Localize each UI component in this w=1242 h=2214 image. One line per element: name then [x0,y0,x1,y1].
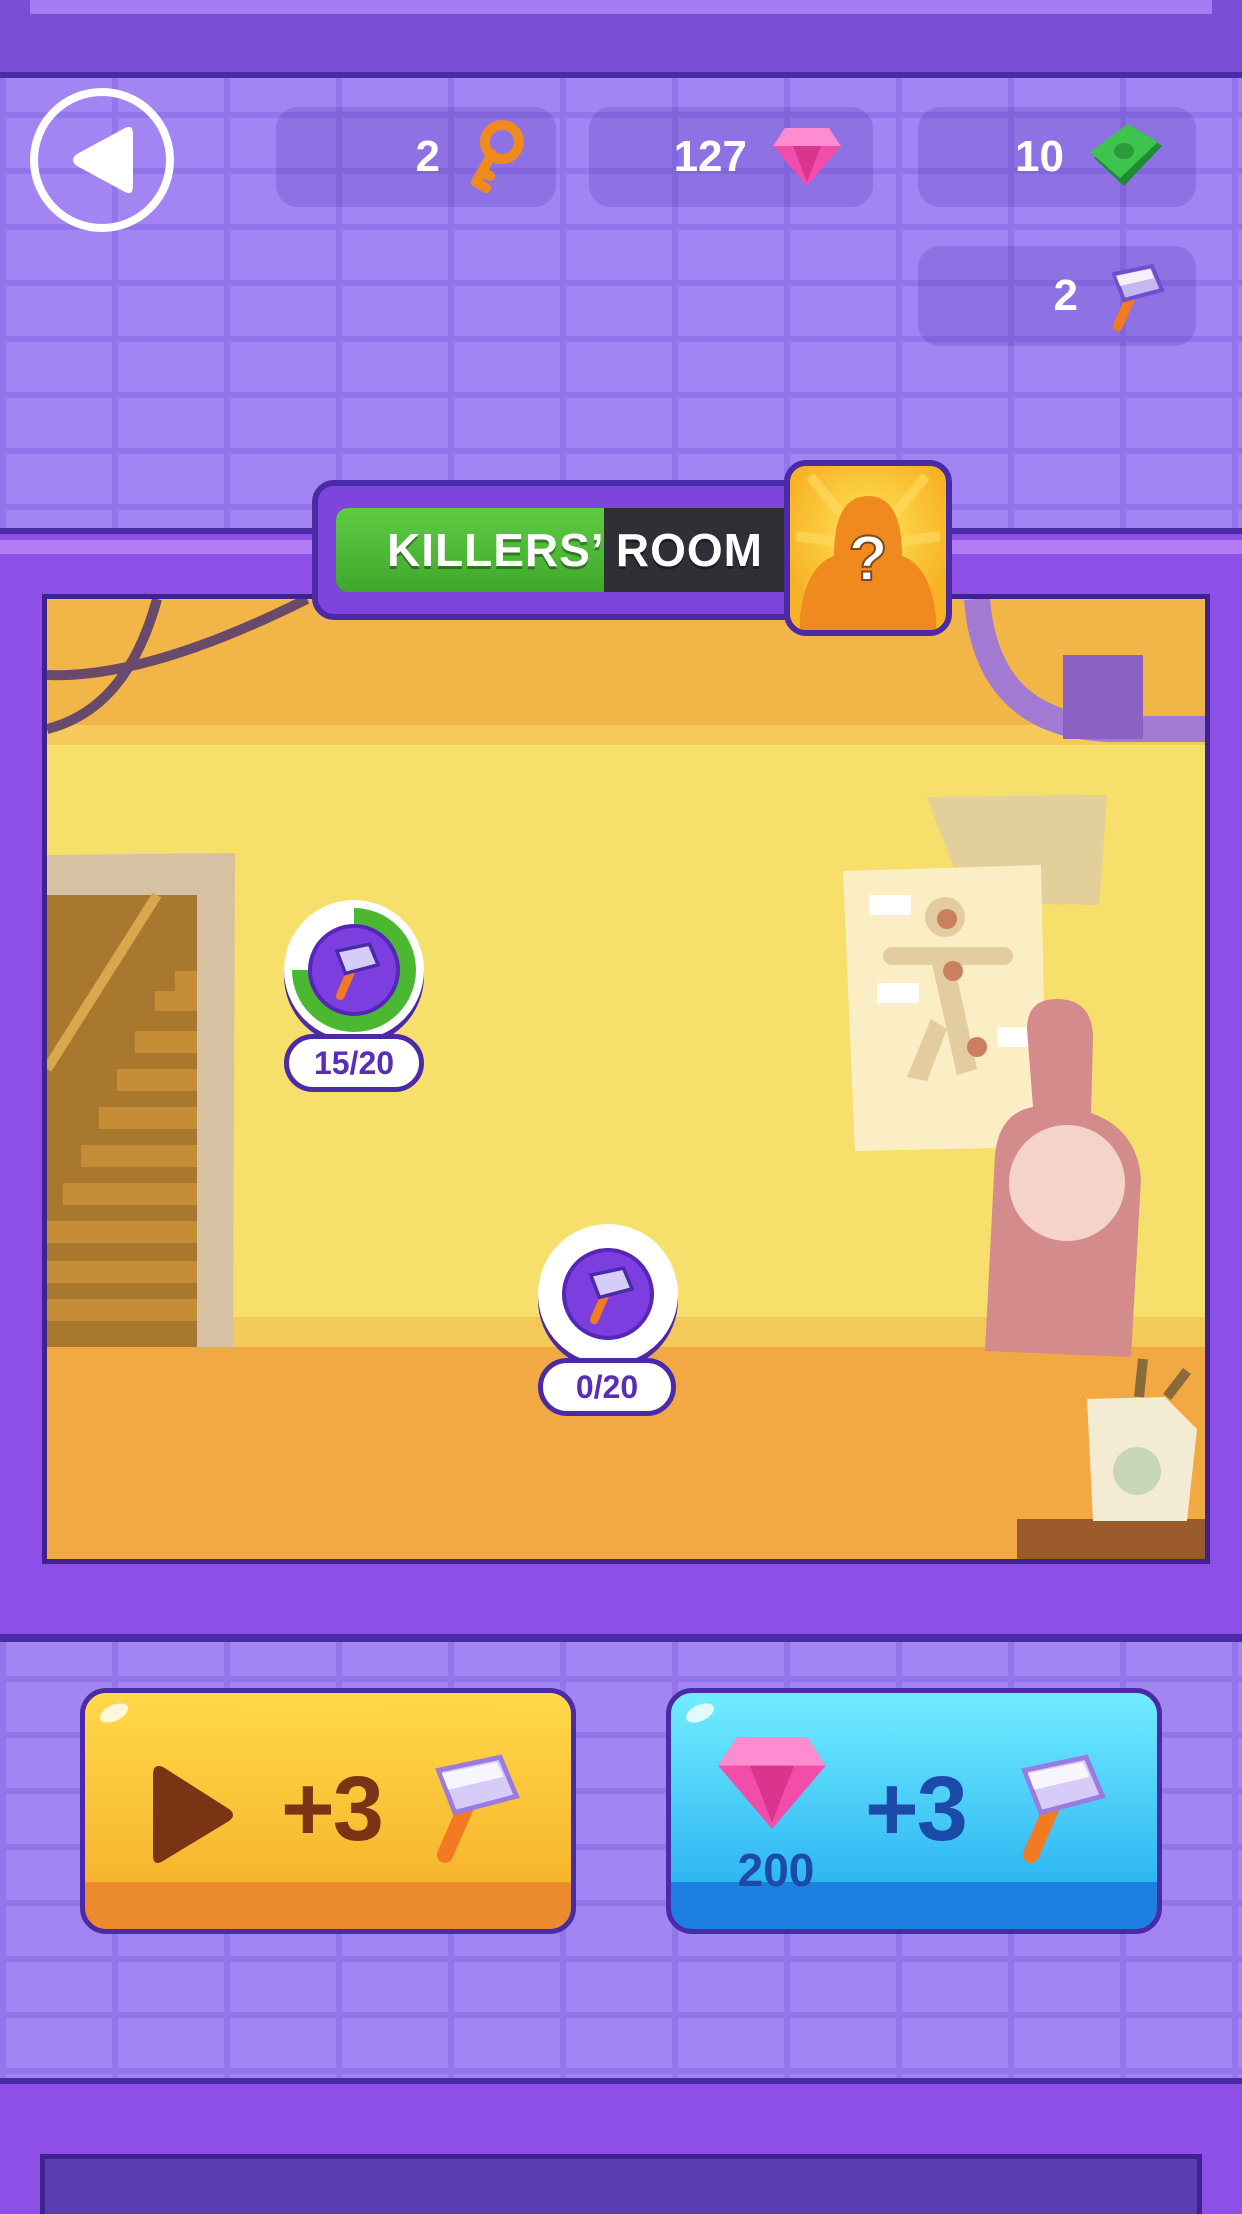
hammer-icon [1111,263,1165,331]
top-band [0,0,1242,78]
back-button[interactable] [30,88,174,232]
play-icon [153,1766,233,1863]
keys-counter: 2 [276,107,556,207]
cash-value: 10 [1015,132,1064,181]
hotspot-marker-2[interactable] [538,1224,678,1364]
hammers-counter: 2 [918,246,1196,346]
gem-price: 200 [737,1844,815,1896]
buy-with-gems-button[interactable]: 200 +3 [666,1688,1162,1934]
room-title: KILLERS’ ROOM [387,524,763,576]
mystery-character-card[interactable]: ? [784,460,952,636]
keys-value: 2 [415,132,440,181]
gem-icon [718,1737,826,1829]
ad-reward-amount: +3 [281,1758,384,1860]
hotspot-core [562,1248,654,1340]
cash-counter: 10 [918,107,1196,207]
watch-ad-button[interactable]: +3 [80,1688,576,1934]
hammer-icon [334,942,381,1001]
room-scene [42,594,1210,1564]
hotspot-count-2: 0/20 [538,1358,676,1416]
mystery-symbol: ? [848,522,887,594]
hotspot-count-1: 15/20 [284,1034,424,1092]
hammers-value: 2 [1053,271,1078,320]
gem-icon [773,128,841,186]
button-shine [97,1699,131,1727]
hammer-icon [588,1266,635,1325]
silhouette-icon: ? [795,472,941,630]
hammer-icon [435,1754,520,1863]
gem-reward-amount: +3 [865,1758,968,1860]
key-icon [471,120,524,193]
button-shine [683,1699,717,1727]
cash-icon [1090,124,1162,186]
bottom-panel [0,2078,1242,2214]
gems-value: 127 [673,132,747,181]
hammer-icon [1021,1754,1106,1863]
hotspot-marker-1[interactable] [284,900,424,1040]
room-title-banner: KILLERS’ ROOM [312,480,814,620]
gems-counter: 127 [589,107,873,207]
back-arrow-icon [73,126,133,194]
room-progress-bar: KILLERS’ ROOM [336,508,814,592]
hotspot-core [308,924,400,1016]
